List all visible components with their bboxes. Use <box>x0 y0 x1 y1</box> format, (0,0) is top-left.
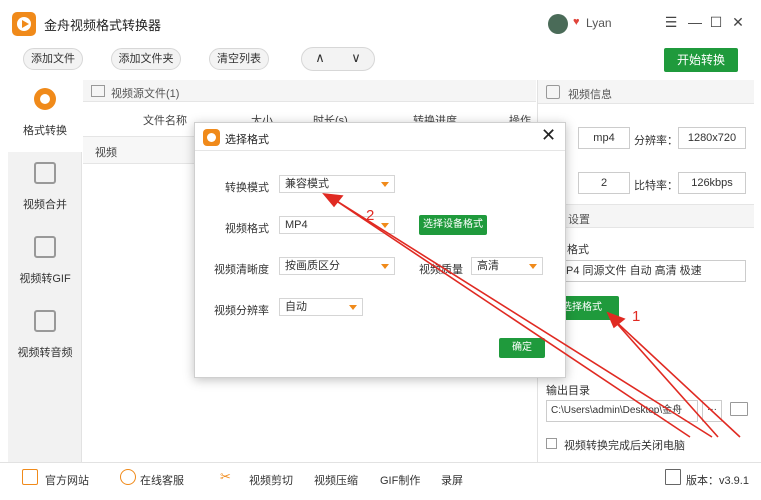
dialog-header: 选择格式 ✕ <box>195 123 565 151</box>
avatar[interactable] <box>548 14 568 34</box>
screen-record-link[interactable]: 录屏 <box>441 472 463 488</box>
sidebar-item-video-merge[interactable]: 视频合并 <box>8 154 82 226</box>
settings-title: 设置 <box>568 214 590 226</box>
quality-label: 视频质量 <box>419 264 463 276</box>
file-list-header: 视频源文件(1) <box>83 80 536 102</box>
resolution-select-value: 自动 <box>285 301 307 313</box>
support-icon <box>120 469 136 485</box>
output-dir-label: 输出目录 <box>546 385 590 397</box>
dialog-logo-icon <box>203 129 220 146</box>
format-select[interactable]: MP4 <box>279 216 395 234</box>
move-up-icon[interactable]: ∧ <box>302 50 338 66</box>
menu-icon[interactable]: ☰ <box>662 14 680 31</box>
browse-button[interactable]: ··· <box>702 400 722 422</box>
minimize-icon[interactable]: — <box>686 14 704 30</box>
row2-field: 2 <box>578 172 630 194</box>
video-info-panel: 视频信息 mp4 分辨率： 1280x720 2 比特率： 126kbps 设置… <box>537 80 754 462</box>
add-folder-button[interactable]: 添加文件夹 <box>111 48 181 70</box>
video-merge-icon <box>34 162 56 184</box>
resolution-select[interactable]: 自动 <box>279 298 363 316</box>
title-bar: 金舟视频格式转换器 ♥ Lyan ☰ — ☐ ✕ <box>0 0 761 46</box>
folder-icon <box>91 85 105 97</box>
app-title: 金舟视频格式转换器 <box>44 18 162 33</box>
chevron-down-icon <box>381 264 389 269</box>
version-icon <box>665 469 681 485</box>
clarity-select-value: 按画质区分 <box>285 260 340 272</box>
mode-select[interactable]: 兼容模式 <box>279 175 395 193</box>
sidebar-item-video-to-audio[interactable]: 视频转音频 <box>8 302 82 374</box>
clear-list-button[interactable]: 清空列表 <box>209 48 269 70</box>
format-convert-icon <box>34 88 56 110</box>
music-icon <box>34 310 56 332</box>
bitrate-label: 比特率： <box>634 180 678 192</box>
website-icon <box>22 469 38 485</box>
username[interactable]: Lyan <box>586 16 612 30</box>
clarity-select[interactable]: 按画质区分 <box>279 257 395 275</box>
sidebar-item-format-convert[interactable]: 格式转换 <box>8 80 82 152</box>
tool-icon: ✂ <box>220 469 231 484</box>
sidebar-item-label: 格式转换 <box>23 125 67 137</box>
vip-heart-icon: ♥ <box>573 16 580 28</box>
output-dir-input[interactable]: C:\Users\admin\Desktop\金舟 <box>546 400 698 422</box>
format-label: 视频格式 <box>225 223 269 235</box>
sidebar-item-label: 视频转GIF <box>19 273 71 285</box>
close-icon[interactable]: ✕ <box>541 125 556 146</box>
format-select-value: MP4 <box>285 219 308 231</box>
video-compress-link[interactable]: 视频压缩 <box>314 472 358 488</box>
column-name: 文件名称 <box>143 115 187 127</box>
quality-select-value: 高清 <box>477 260 499 272</box>
select-format-dialog: 选择格式 ✕ 转换模式 兼容模式 视频格式 MP4 选择设备格式 视频清晰度 按… <box>194 122 566 378</box>
chevron-down-icon <box>381 182 389 187</box>
gif-make-link[interactable]: GIF制作 <box>380 472 420 488</box>
file-count-title: 视频源文件(1) <box>111 88 180 100</box>
add-file-button[interactable]: 添加文件 <box>23 48 83 70</box>
video-info-title: 视频信息 <box>568 89 612 101</box>
start-convert-button[interactable]: 开始转换 <box>664 48 738 72</box>
version-label: 版本：v3.9.1 <box>686 475 749 487</box>
resolution-label: 分辨率： <box>634 135 678 147</box>
website-link[interactable]: 官方网站 <box>45 472 89 488</box>
dialog-title: 选择格式 <box>225 134 269 146</box>
close-icon[interactable]: ✕ <box>729 14 747 31</box>
maximize-icon[interactable]: ☐ <box>707 14 725 31</box>
format-summary-field: P4 同源文件 自动 高清 极速 <box>563 260 746 282</box>
select-device-format-button[interactable]: 选择设备格式 <box>419 215 487 235</box>
shutdown-checkbox[interactable] <box>546 438 557 449</box>
reorder-buttons: ∧ ∨ <box>301 47 375 71</box>
resolution-field: 1280x720 <box>678 127 746 149</box>
video-clip-link[interactable]: 视频剪切 <box>249 472 293 488</box>
video-info-icon <box>546 85 560 99</box>
mode-select-value: 兼容模式 <box>285 178 329 190</box>
image-icon <box>34 236 56 258</box>
settings-header: 设置 <box>538 204 754 228</box>
app-logo-icon <box>12 12 36 36</box>
bitrate-field: 126kbps <box>678 172 746 194</box>
sidebar-item-label: 视频合并 <box>23 199 67 211</box>
sidebar-item-video-to-gif[interactable]: 视频转GIF <box>8 228 82 300</box>
video-info-header: 视频信息 <box>538 80 754 104</box>
shutdown-label: 视频转换完成后关闭电脑 <box>564 440 685 452</box>
quality-select[interactable]: 高清 <box>471 257 543 275</box>
sidebar-item-label: 视频转音频 <box>17 347 73 359</box>
resolution-label: 视频分辨率 <box>214 305 269 317</box>
support-link[interactable]: 在线客服 <box>140 472 184 488</box>
format-label: 格式 <box>567 244 589 256</box>
mode-label: 转换模式 <box>225 182 269 194</box>
clarity-label: 视频清晰度 <box>214 264 269 276</box>
chevron-down-icon <box>381 223 389 228</box>
confirm-button[interactable]: 确定 <box>499 338 545 358</box>
chevron-down-icon <box>349 305 357 310</box>
format-field: mp4 <box>578 127 630 149</box>
open-folder-icon[interactable] <box>730 402 748 416</box>
file-row-name: 视频 <box>95 147 117 159</box>
chevron-down-icon <box>529 264 537 269</box>
move-down-icon[interactable]: ∨ <box>338 50 374 66</box>
sidebar: 格式转换 视频合并 视频转GIF 视频转音频 <box>8 80 82 462</box>
